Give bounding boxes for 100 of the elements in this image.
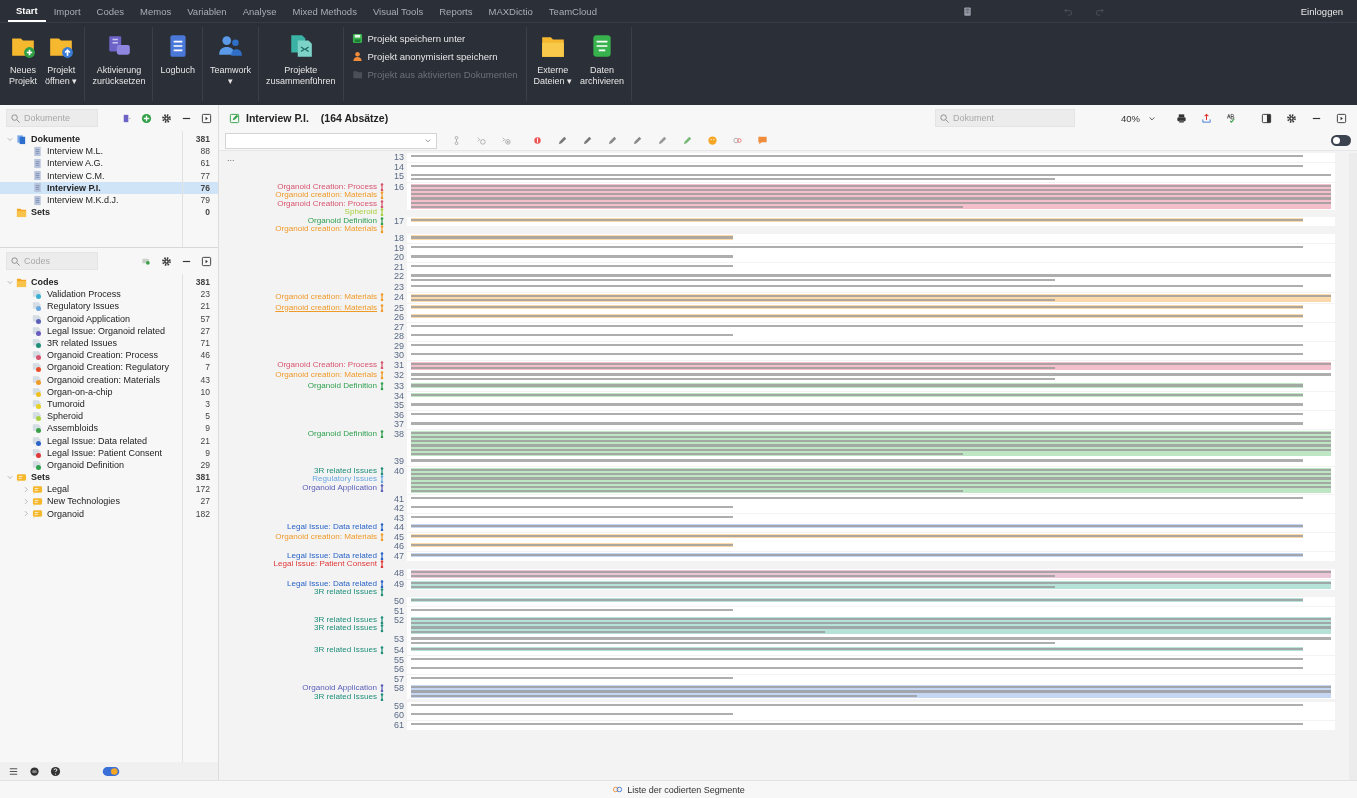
code-label[interactable]: 3R related Issues — [314, 624, 385, 633]
tree-item[interactable]: Interview C.M. — [47, 170, 105, 181]
tree-item[interactable]: Sets — [31, 472, 50, 483]
tree-item[interactable]: Codes — [31, 277, 59, 288]
tree-item[interactable]: Legal Issue: Patient Consent — [47, 447, 163, 458]
emoji-icon[interactable] — [707, 135, 718, 146]
pencil-icon[interactable] — [607, 135, 618, 146]
menu-tab[interactable]: Analyse — [234, 0, 285, 22]
code-label[interactable]: Organoid Creation: Process — [277, 182, 385, 192]
code-label[interactable]: Legal Issue: Data related — [287, 523, 385, 532]
login-button[interactable]: Einloggen — [1294, 4, 1349, 18]
settings-icon[interactable] — [161, 255, 172, 267]
menu-tab[interactable]: Codes — [88, 0, 133, 22]
tree-item[interactable]: Legal — [47, 484, 70, 495]
tree-item[interactable]: 3R related Issues — [47, 338, 118, 349]
tree-item[interactable]: Sets — [31, 207, 50, 218]
pencil-icon[interactable] — [682, 135, 693, 146]
toggle-icon[interactable] — [101, 765, 121, 777]
tree-item[interactable]: Interview M.K.d.J. — [47, 195, 119, 206]
spellcheck-icon[interactable] — [1226, 112, 1237, 124]
code-with-icon[interactable] — [476, 135, 487, 146]
coded-segments-icon[interactable] — [612, 784, 624, 795]
ribbon-button[interactable]: Projekte zusammenführen — [263, 27, 339, 89]
settings-icon[interactable] — [161, 112, 172, 124]
more-button[interactable]: ... — [227, 153, 235, 163]
add-icon[interactable] — [141, 112, 152, 124]
zoom-dropdown[interactable]: 40% — [1115, 111, 1162, 125]
pencil-icon[interactable] — [657, 135, 668, 146]
search-field[interactable]: Dokumente — [6, 109, 98, 127]
link-icon[interactable] — [732, 135, 743, 146]
code-label[interactable]: Legal Issue: Data related — [287, 579, 385, 589]
tree-item[interactable]: Interview M.L. — [47, 146, 104, 157]
tree-item[interactable]: Organoid Definition — [47, 459, 125, 470]
tree-item[interactable]: Organoid creation: Materials — [47, 374, 161, 385]
export-icon[interactable] — [1201, 112, 1212, 124]
toggle-switch[interactable] — [1331, 135, 1351, 146]
tree-item[interactable]: Organoid Creation: Process — [47, 350, 159, 361]
menu-tab[interactable]: Reports — [431, 0, 481, 22]
undock-icon[interactable] — [201, 112, 212, 124]
ribbon-button[interactable]: Teamwork ▾ — [206, 27, 254, 89]
undock-icon[interactable] — [1336, 112, 1347, 124]
ribbon-button[interactable]: Projekt speichern unter — [351, 31, 466, 46]
code-label[interactable]: Legal Issue: Data related — [287, 551, 385, 560]
ribbon-button[interactable]: Logbuch — [157, 27, 198, 78]
calculator-icon[interactable] — [961, 5, 973, 17]
code-label[interactable]: Organoid Application — [302, 483, 385, 493]
code-label[interactable]: Organoid Application — [302, 684, 385, 693]
edit-document-icon[interactable] — [229, 112, 240, 124]
code-label[interactable]: Organoid Creation: Process — [277, 360, 385, 369]
tree-item[interactable]: New Technologies — [47, 496, 120, 507]
menu-tab[interactable]: Visual Tools — [364, 0, 432, 22]
tree-item[interactable]: Organoid — [47, 508, 85, 519]
menu-tab[interactable]: Variablen — [179, 0, 235, 22]
code-label[interactable]: 3R related Issues — [314, 646, 385, 655]
memo-icon[interactable] — [757, 135, 768, 146]
search-field[interactable]: Dokument — [935, 109, 1075, 127]
ribbon-button[interactable]: Externe Dateien ▾ — [530, 27, 576, 89]
tree-item[interactable]: Legal Issue: Organoid related — [47, 325, 166, 336]
tree-item[interactable]: Validation Process — [47, 289, 121, 300]
code-label[interactable]: 3R related Issues — [314, 692, 385, 701]
tree-item[interactable]: Legal Issue: Data related — [47, 435, 148, 446]
tree-item[interactable]: Regulatory Issues — [47, 301, 120, 312]
tree-item[interactable]: Organ-on-a-chip — [47, 386, 113, 397]
tree-item[interactable]: Interview P.I. — [47, 182, 101, 193]
chat-icon[interactable] — [29, 765, 40, 777]
tree-item[interactable]: Assembloids — [47, 423, 99, 434]
coded-segments-link[interactable]: Liste der codierten Segmente — [627, 784, 745, 795]
code-label[interactable]: 3R related Issues — [314, 466, 385, 476]
menu-tab[interactable]: MAXDictio — [480, 0, 541, 22]
ribbon-button[interactable]: Neues Projekt — [6, 27, 40, 89]
ribbon-button[interactable]: Projekt anonymisiert speichern — [351, 49, 498, 64]
undock-icon[interactable] — [201, 255, 212, 267]
tree-item[interactable]: Interview A.G. — [47, 158, 104, 169]
search-field[interactable]: Codes — [6, 252, 98, 270]
code-with-icon[interactable] — [501, 135, 512, 146]
menu-tab[interactable]: TeamCloud — [540, 0, 605, 22]
settings-icon[interactable] — [1286, 112, 1297, 124]
pencil-icon[interactable] — [557, 135, 568, 146]
menu-tab[interactable]: Memos — [132, 0, 180, 22]
pencil-icon[interactable] — [582, 135, 593, 146]
menu-icon[interactable] — [8, 765, 19, 777]
tree-item[interactable]: Organoid Creation: Regulatory — [47, 362, 170, 373]
code-label[interactable]: 3R related Issues — [314, 616, 385, 625]
code-label[interactable]: 3R related Issues — [314, 588, 385, 597]
ribbon-button[interactable]: Aktivierung zurücksetzen — [89, 27, 149, 89]
menu-tab[interactable]: Import — [45, 0, 89, 22]
tree-item[interactable]: Organoid Application — [47, 313, 131, 324]
code-label[interactable]: Organoid Creation: Process — [277, 199, 385, 209]
ribbon-button[interactable]: Daten archivieren — [577, 27, 628, 89]
menu-tab[interactable]: Mixed Methods — [284, 0, 365, 22]
highlight-icon[interactable] — [532, 135, 543, 146]
tree-item[interactable]: Tumoroid — [47, 398, 85, 409]
pencil-icon[interactable] — [632, 135, 643, 146]
tree-item[interactable]: Spheroid — [47, 411, 84, 422]
help-icon[interactable] — [50, 765, 61, 777]
tree-item[interactable]: Dokumente — [31, 134, 80, 145]
code-label[interactable]: Legal Issue: Patient Consent — [273, 559, 385, 569]
ribbon-button[interactable]: Projekt öffnen ▾ — [42, 27, 81, 89]
print-icon[interactable] — [1176, 112, 1187, 124]
panel-icon[interactable] — [1261, 112, 1272, 124]
